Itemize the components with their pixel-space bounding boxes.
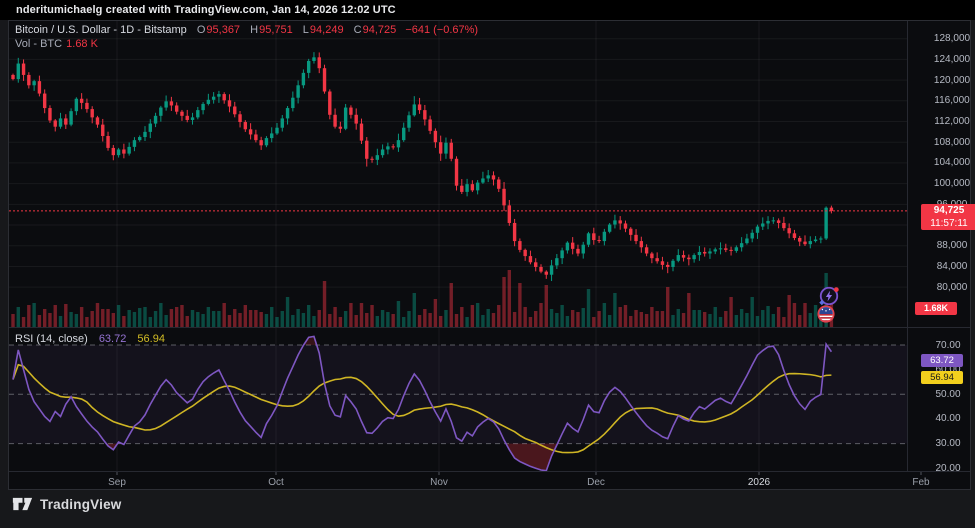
attribution-bar: nderitumichaelg created with TradingView… [0,0,975,20]
attribution-text: nderitumichaelg created with TradingView… [16,4,396,16]
volume-value-badge: 1.68K [915,302,957,315]
time-axis-label: 2026 [747,477,771,488]
time-axis-label: Dec [587,477,605,488]
rsi-value: 63.72 [98,333,127,345]
rsi-ma-value-badge: 56.94 [921,371,963,384]
high-value: 95,751 [259,24,293,36]
tradingview-logo-text: TradingView [40,496,122,512]
close-label: C [353,24,362,36]
open-label: O [196,24,206,36]
open-value: 95,367 [206,24,241,36]
last-price-badge: 94,725 11:57:11 [921,204,975,230]
volume-label: Vol - BTC [15,38,63,50]
rsi-header: RSI (14, close) 63.72 56.94 [15,333,165,345]
change-value: −641 (−0.67%) [405,24,479,36]
low-value: 94,249 [309,24,344,36]
page: { "attribution": {"text": "nderitumichae… [0,0,975,528]
bar-countdown: 11:57:11 [930,218,968,229]
lightning-event-icon[interactable] [818,285,840,307]
volume-header: Vol - BTC 1.68 K [15,38,98,50]
time-axis[interactable]: Sep Oct Nov Dec 2026 Feb [9,21,972,491]
time-axis-label: Oct [268,477,284,488]
symbol-title[interactable]: Bitcoin / U.S. Dollar - 1D - Bitstamp [15,24,187,36]
tradingview-logo[interactable]: TradingView [12,496,121,512]
rsi-title[interactable]: RSI (14, close) [15,333,88,345]
close-value: 94,725 [362,24,397,36]
time-axis-label: Sep [108,477,126,488]
volume-value: 1.68 K [66,38,98,50]
last-price-value: 94,725 [933,205,965,216]
rsi-value-badge: 63.72 [921,354,963,367]
time-axis-label: Nov [430,477,448,488]
high-label: H [250,24,259,36]
time-axis-label: Feb [912,477,930,488]
us-flag-event-icon[interactable] [817,305,835,323]
rsi-ma-value: 56.94 [137,333,165,345]
low-label: L [302,24,309,36]
chart-widget: Bitcoin / U.S. Dollar - 1D - Bitstamp O9… [8,20,975,491]
symbol-header: Bitcoin / U.S. Dollar - 1D - Bitstamp O9… [15,24,478,36]
tradingview-logo-icon [12,497,33,511]
